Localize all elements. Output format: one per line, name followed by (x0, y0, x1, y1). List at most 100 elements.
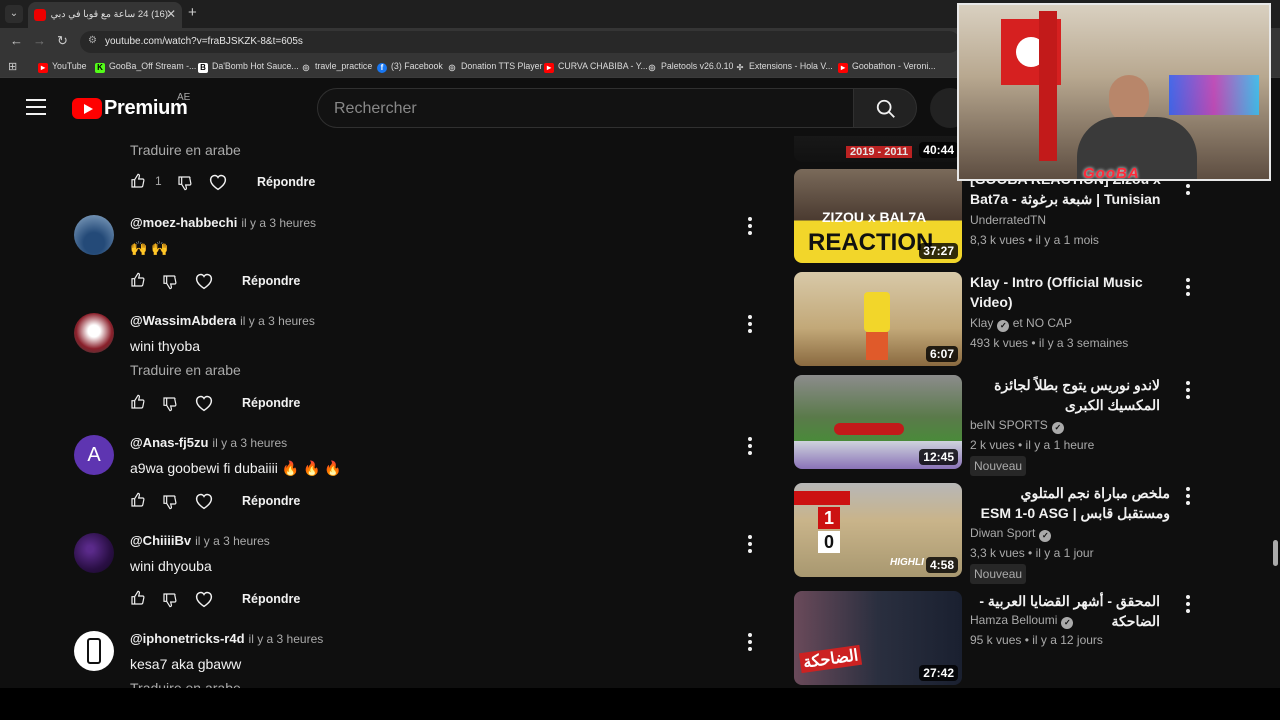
video-channel[interactable]: Diwan Sport ✓ (970, 526, 1052, 542)
video-thumbnail[interactable]: 1 0 HIGHLI 4:58 (794, 483, 962, 577)
video-more-icon[interactable] (1184, 595, 1192, 613)
reply-button[interactable]: Répondre (242, 494, 300, 508)
video-item[interactable]: 1 0 HIGHLI 4:58 ملخص مباراة نجم المتلوي … (794, 483, 1204, 584)
dislike-icon[interactable] (162, 274, 178, 290)
video-title[interactable]: لاندو نوريس يتوج بطلاً لجائزة المكسيك ال… (970, 375, 1160, 415)
heart-icon[interactable] (208, 173, 228, 191)
video-channel[interactable]: beIN SPORTS ✓ (970, 418, 1064, 434)
video-duration: 12:45 (919, 449, 958, 465)
like-icon[interactable] (130, 394, 146, 410)
heart-icon[interactable] (194, 492, 214, 510)
search-button[interactable] (853, 88, 917, 128)
youtube-logo-icon (72, 98, 102, 119)
bookmark-curva-chabiba[interactable]: ▸ CURVA CHABIBA - Y... (544, 61, 648, 73)
video-item[interactable]: 12:45 لاندو نوريس يتوج بطلاً لجائزة المك… (794, 375, 1204, 476)
like-icon[interactable] (130, 272, 146, 288)
video-thumbnail[interactable]: ZIZOU x BAL7A REACTION 37:27 (794, 169, 962, 263)
heart-icon[interactable] (194, 272, 214, 290)
bookmark-goobathon[interactable]: ▸ Goobathon - Veroni... (838, 61, 936, 73)
avatar[interactable] (74, 215, 114, 255)
menu-icon[interactable] (26, 99, 46, 115)
video-more-icon[interactable] (1184, 487, 1192, 505)
forward-button[interactable]: → (33, 33, 46, 48)
video-channel[interactable]: Hamza Belloumi ✓ (970, 613, 1074, 629)
comment-more-icon[interactable] (746, 315, 754, 333)
comment-more-icon[interactable] (746, 633, 754, 651)
video-more-icon[interactable] (1184, 278, 1192, 296)
scrollbar-thumb[interactable] (1273, 540, 1278, 566)
video-thumbnail[interactable]: 12:45 (794, 375, 962, 469)
video-thumbnail[interactable]: 6:07 (794, 272, 962, 366)
comment-more-icon[interactable] (746, 535, 754, 553)
video-thumbnail[interactable]: 2019 - 2011 40:44 (794, 136, 962, 162)
avatar[interactable] (74, 313, 114, 353)
avatar[interactable] (74, 631, 114, 671)
dislike-icon[interactable] (162, 396, 178, 412)
like-icon[interactable] (130, 173, 146, 189)
video-duration: 37:27 (919, 243, 958, 259)
dislike-icon[interactable] (162, 494, 178, 510)
site-info-icon[interactable]: ⚙ (88, 35, 97, 46)
thumbnail-figure (866, 332, 888, 360)
like-icon[interactable] (130, 492, 146, 508)
comment-author[interactable]: @iphonetricks-r4d il y a 3 heures (130, 631, 323, 646)
avatar[interactable]: A (74, 435, 114, 475)
comment-author[interactable]: @moez-habbechi il y a 3 heures (130, 215, 316, 230)
youtube-icon: ▸ (38, 63, 48, 73)
heart-icon[interactable] (194, 590, 214, 608)
video-title[interactable]: Klay - Intro (Official Music Video) (970, 272, 1170, 312)
heart-icon[interactable] (194, 394, 214, 412)
like-icon[interactable] (130, 590, 146, 606)
address-bar[interactable]: ⚙ youtube.com/watch?v=fraBJSKZK-8&t=605s (80, 31, 960, 53)
bookmark-facebook[interactable]: f (3) Facebook (377, 61, 443, 73)
bookmark-travle-practice[interactable]: ◎ travle_practice (301, 61, 373, 73)
scrollbar[interactable] (1271, 136, 1280, 688)
reply-button[interactable]: Répondre (242, 592, 300, 606)
comment-actions: Répondre (130, 590, 430, 610)
video-channel[interactable]: UnderratedTN (970, 213, 1046, 227)
avatar[interactable] (74, 533, 114, 573)
verified-icon: ✓ (997, 320, 1010, 332)
comment-author[interactable]: @ChiiiiBv il y a 3 heures (130, 533, 270, 548)
thumbnail-score-header (794, 491, 850, 505)
bookmark-paletools[interactable]: ◎ Paletools v26.0.10 (647, 61, 734, 73)
comment-author[interactable]: @Anas-fj5zu il y a 3 heures (130, 435, 287, 450)
reload-button[interactable]: ↻ (57, 33, 68, 49)
back-button[interactable]: ← (10, 33, 23, 48)
video-thumbnail[interactable]: الضاحكة 27:42 (794, 591, 962, 685)
translate-link[interactable]: Traduire en arabe (130, 680, 241, 688)
video-item[interactable]: الضاحكة 27:42 المحقق - أشهر القضايا العر… (794, 591, 1204, 686)
video-item[interactable]: 6:07 Klay - Intro (Official Music Video)… (794, 272, 1204, 367)
video-item[interactable]: ZIZOU x BAL7A REACTION 37:27 [GOOBA REAC… (794, 169, 1204, 264)
browser-tab-active[interactable]: (16) 24 ساعة مع قوبا في دبي - ... ✕ (28, 2, 182, 28)
reply-button[interactable]: Répondre (257, 175, 315, 189)
search-input[interactable]: Rechercher (317, 88, 854, 128)
youtube-favicon-icon (34, 9, 46, 21)
comment-author[interactable]: @WassimAbdera il y a 3 heures (130, 313, 315, 328)
youtube-icon: ▸ (838, 63, 848, 73)
dislike-icon[interactable] (162, 592, 178, 608)
reply-button[interactable]: Répondre (242, 274, 300, 288)
bookmark-dabomb[interactable]: B Da'Bomb Hot Sauce... (198, 61, 299, 73)
search-placeholder: Rechercher (334, 100, 417, 117)
bookmark-gooba-off-stream[interactable]: K GooBa_Off Stream -... (95, 61, 196, 73)
translate-link[interactable]: Traduire en arabe (130, 142, 241, 158)
search-icon (876, 99, 895, 118)
comment-more-icon[interactable] (746, 217, 754, 235)
close-tab-icon[interactable]: ✕ (166, 7, 176, 21)
video-channel[interactable]: Klay ✓ et NO CAP (970, 316, 1072, 332)
dislike-icon[interactable] (177, 175, 193, 191)
bookmark-donation-tts[interactable]: ◎ Donation TTS Player (447, 61, 543, 73)
apps-grid-icon[interactable]: ⊞ (8, 60, 17, 73)
video-more-icon[interactable] (1184, 381, 1192, 399)
new-tab-button[interactable]: + (188, 4, 197, 21)
reply-button[interactable]: Répondre (242, 396, 300, 410)
tab-title: (16) 24 ساعة مع قوبا في دبي - ... (50, 9, 168, 20)
comment-more-icon[interactable] (746, 437, 754, 455)
comment-text: wini thyoba (130, 338, 201, 354)
bookmark-youtube[interactable]: ▸ YouTube (38, 61, 87, 73)
bookmark-extensions[interactable]: ✣ Extensions - Hola V... (735, 61, 833, 73)
tab-search-button[interactable]: ⌄ (5, 5, 23, 23)
video-title[interactable]: ملخص مباراة نجم المتلوي ومستقبل قابس | E… (970, 483, 1170, 523)
translate-link[interactable]: Traduire en arabe (130, 362, 241, 378)
